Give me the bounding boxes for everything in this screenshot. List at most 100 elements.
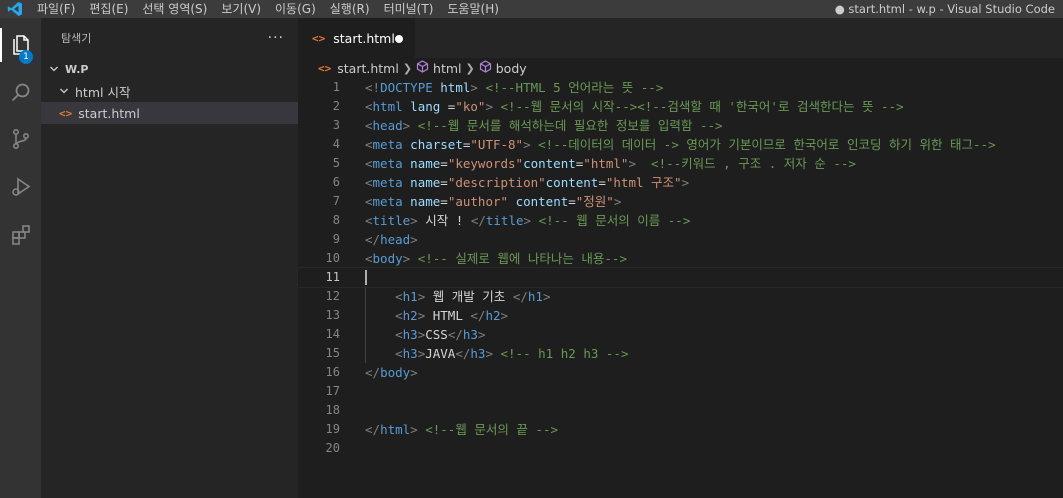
folder-html-start[interactable]: html 시작 <box>41 80 298 102</box>
code-line[interactable]: 17 <box>298 382 1063 401</box>
code-token: < <box>395 346 403 361</box>
code-token: html <box>440 80 471 95</box>
menu-item[interactable]: 보기(V) <box>214 0 268 18</box>
code-line[interactable]: 12 <h1> 웹 개발 기초 </h1> <box>298 287 1063 306</box>
code-token: <!--웹 문서의 시작--><!--검색할 때 '한국어'로 검색한다는 뜻 … <box>500 99 904 114</box>
code-token: DOCTYPE <box>380 80 433 95</box>
code-token: name <box>410 156 441 171</box>
code-line[interactable]: 1 <!DOCTYPE html> <!--HTML 5 언어라는 뜻 --> <box>298 78 1063 97</box>
code-line[interactable]: 13 <h2> HTML </h2> <box>298 306 1063 325</box>
code-token: <!--HTML 5 언어라는 뜻 --> <box>485 80 664 95</box>
breadcrumb: <> start.html ❯ html ❯ body <box>298 58 1063 78</box>
source-control-icon[interactable] <box>0 118 41 160</box>
element-icon <box>416 60 429 76</box>
code-token: = <box>598 175 606 190</box>
code-token: h2 <box>402 308 418 323</box>
code-text: </html> <!--웹 문서의 끝 --> <box>365 420 558 439</box>
explorer-icon[interactable]: 1 <box>0 24 41 66</box>
code-token: < <box>365 137 373 152</box>
code-text: <meta charset="UTF-8"> <!--데이터의 데이터 -> 영… <box>365 135 996 154</box>
code-token: > <box>500 308 509 323</box>
html-file-icon: <> <box>312 31 326 45</box>
code-line[interactable]: 16 </body> <box>298 363 1063 382</box>
code-token: </ <box>470 308 486 323</box>
code-token: < <box>365 251 373 266</box>
code-line[interactable]: 18 <box>298 401 1063 420</box>
text-cursor <box>365 270 367 285</box>
code-token: head <box>380 232 411 247</box>
code-token: </ <box>365 365 381 380</box>
explorer-badge: 1 <box>19 50 33 64</box>
code-token: </ <box>455 346 471 361</box>
menu-item[interactable]: 이동(G) <box>268 0 323 18</box>
code-token: = <box>440 194 448 209</box>
breadcrumb-body[interactable]: body <box>496 61 527 76</box>
code-line[interactable]: 9 </head> <box>298 230 1063 249</box>
code-token: > <box>613 194 622 209</box>
tab-start-html[interactable]: <> start.html <box>298 18 415 58</box>
breadcrumb-html[interactable]: html <box>433 61 461 76</box>
search-icon[interactable] <box>0 72 41 114</box>
menu-item[interactable]: 편집(E) <box>82 0 135 18</box>
code-line[interactable]: 4 <meta charset="UTF-8"> <!--데이터의 데이터 -> … <box>298 135 1063 154</box>
code-line[interactable]: 14 <h3>CSS</h3> <box>298 325 1063 344</box>
code-token: <!--웹 문서를 해석하는데 필요한 정보를 입력함 --> <box>417 118 723 133</box>
code-text: <h3>CSS</h3> <box>365 325 485 344</box>
code-token: meta <box>372 156 403 171</box>
folder-root[interactable]: W.P <box>41 58 298 80</box>
code-token: "html" <box>583 156 629 171</box>
code-line[interactable]: 2 <html lang ="ko"> <!--웹 문서의 시작--><!--검색… <box>298 97 1063 116</box>
file-start-html[interactable]: <> start.html <box>41 102 298 124</box>
code-token: h3 <box>402 346 418 361</box>
explorer-header: 탐색기 ··· <box>41 18 298 58</box>
code-text: <!DOCTYPE html> <!--HTML 5 언어라는 뜻 --> <box>365 78 663 97</box>
menu-item[interactable]: 터미널(T) <box>377 0 441 18</box>
code-token: "description" <box>447 175 546 190</box>
code-editor[interactable]: 1 <!DOCTYPE html> <!--HTML 5 언어라는 뜻 --> 2 <… <box>297 78 1063 458</box>
code-token: "UTF-8" <box>470 137 524 152</box>
code-line[interactable]: 10 <body> <!-- 실제로 웹에 나타나는 내용--> <box>298 249 1063 268</box>
line-number: 5 <box>332 156 340 170</box>
code-token: > <box>523 137 531 152</box>
code-token: < <box>395 308 403 323</box>
unsaved-dot-icon[interactable] <box>395 35 403 43</box>
more-actions-icon[interactable]: ··· <box>268 30 284 46</box>
code-token: meta <box>372 194 403 209</box>
code-line[interactable]: 19 </html> <!--웹 문서의 끝 --> <box>298 420 1063 439</box>
code-token: HTML <box>425 308 471 323</box>
code-token: <!--키워드 , 구조 . 저자 순 --> <box>651 156 856 171</box>
code-token: h1 <box>527 289 543 304</box>
line-number: 7 <box>332 194 340 208</box>
extensions-icon[interactable] <box>0 214 41 256</box>
line-number: 20 <box>325 441 340 455</box>
line-number: 4 <box>332 137 340 151</box>
code-line[interactable]: 5 <meta name="keywords"content="html"> <!… <box>298 154 1063 173</box>
code-line[interactable]: 8 <title> 시작 ! </title> <!-- 웹 문서의 이름 --> <box>298 211 1063 230</box>
code-token: h3 <box>402 327 418 342</box>
menu-item[interactable]: 도움말(H) <box>440 0 506 18</box>
menu-item[interactable]: 선택 영역(S) <box>135 0 214 18</box>
line-number: 8 <box>332 213 340 227</box>
code-token: "정원" <box>575 194 614 209</box>
code-line[interactable]: 15 <h3>JAVA</h3> <!-- h1 h2 h3 --> <box>298 344 1063 363</box>
code-token: < <box>365 118 373 133</box>
code-line[interactable]: 3 <head> <!--웹 문서를 해석하는데 필요한 정보를 입력함 --> <box>298 116 1063 135</box>
window-title: ● start.html - w.p - Visual Studio Code <box>834 2 1055 16</box>
line-number: 11 <box>325 270 340 284</box>
code-token: = <box>568 194 576 209</box>
file-label: start.html <box>78 105 140 121</box>
folder-label: html 시작 <box>75 84 131 100</box>
menu-item[interactable]: 실행(R) <box>323 0 377 18</box>
code-line[interactable]: 6 <meta name="description"content="html 구… <box>298 173 1063 192</box>
code-token: h3 <box>470 346 486 361</box>
menu-item[interactable]: 파일(F) <box>30 0 82 18</box>
code-line[interactable]: 20 <box>298 439 1063 458</box>
code-line[interactable]: 7 <meta name="author" content="정원"> <box>298 192 1063 211</box>
code-line[interactable]: 11 <box>297 267 1063 288</box>
code-token: html <box>380 422 411 437</box>
breadcrumb-file[interactable]: start.html <box>337 61 399 76</box>
run-debug-icon[interactable] <box>0 166 41 208</box>
